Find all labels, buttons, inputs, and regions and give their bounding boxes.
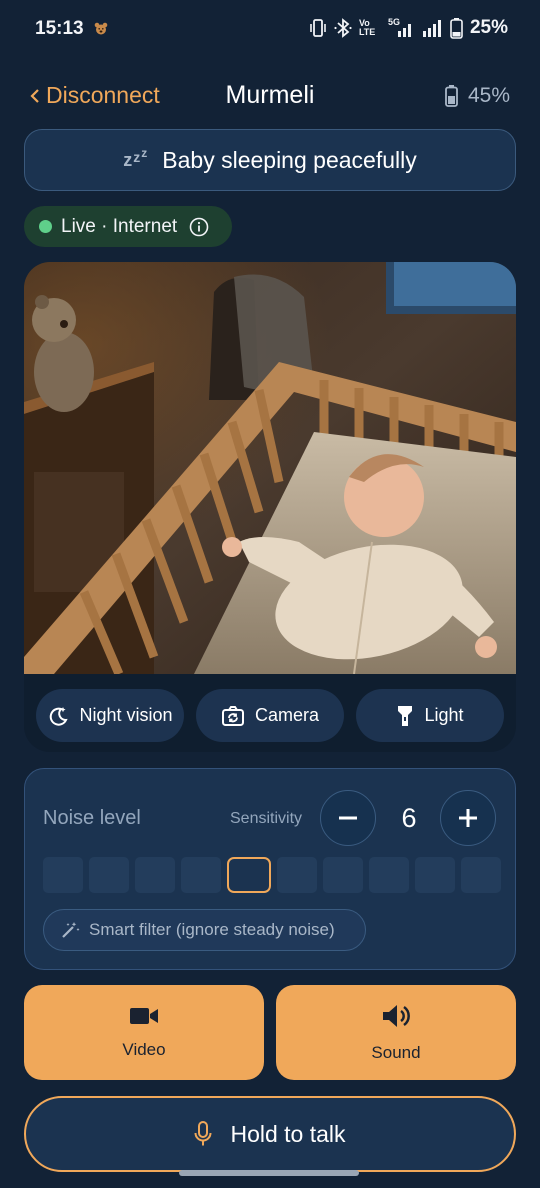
moon-stars-icon bbox=[50, 706, 69, 726]
camera-feed-image[interactable] bbox=[24, 262, 516, 674]
bluetooth-icon bbox=[334, 18, 352, 38]
noise-bar bbox=[415, 857, 455, 893]
sensitivity-label: Sensitivity bbox=[230, 810, 303, 827]
camera-label: Camera bbox=[254, 705, 320, 725]
vibrate-icon bbox=[310, 19, 326, 37]
hold-to-talk-button[interactable]: Hold to talk bbox=[24, 1096, 516, 1172]
smart-filter-label: Smart filter (ignore steady noise) bbox=[89, 920, 335, 939]
magic-wand-icon bbox=[62, 922, 80, 938]
device-battery: 45% bbox=[445, 84, 510, 108]
disconnect-label: Disconnect bbox=[46, 82, 160, 108]
connection-status-text: Live · Internet bbox=[61, 215, 178, 237]
smart-filter-toggle[interactable]: Smart filter (ignore steady noise) bbox=[43, 909, 366, 951]
noise-level-card: Noise level Sensitivity 6 Smart filter (… bbox=[24, 768, 516, 970]
device-battery-icon bbox=[445, 85, 458, 107]
video-button[interactable]: Video bbox=[24, 985, 264, 1080]
noise-bar bbox=[135, 857, 175, 893]
light-button[interactable]: Light bbox=[356, 689, 504, 742]
chevron-left-icon bbox=[30, 88, 39, 103]
video-camera-icon bbox=[130, 1007, 158, 1024]
signal-icon bbox=[422, 20, 441, 37]
status-battery-pct: 25% bbox=[469, 17, 508, 38]
info-icon[interactable] bbox=[189, 217, 209, 237]
device-battery-label: 45% bbox=[467, 84, 510, 107]
sound-button[interactable]: Sound bbox=[276, 985, 516, 1080]
camera-switch-button[interactable]: Camera bbox=[196, 689, 344, 742]
flashlight-icon bbox=[398, 705, 413, 726]
home-indicator[interactable] bbox=[179, 1170, 359, 1176]
night-vision-button[interactable]: Night vision bbox=[36, 689, 184, 742]
camera-card: Night vision Camera Light bbox=[24, 262, 516, 752]
sensitivity-value: 6 bbox=[401, 803, 417, 833]
status-time: 15:13 bbox=[35, 18, 84, 39]
plus-icon bbox=[459, 809, 477, 827]
sensitivity-decrease-button[interactable] bbox=[320, 790, 376, 846]
hold-to-talk-label: Hold to talk bbox=[230, 1120, 346, 1147]
camera-switch-icon bbox=[221, 705, 244, 726]
video-label: Video bbox=[122, 1039, 166, 1059]
bear-notification-icon bbox=[94, 22, 108, 35]
sensitivity-increase-button[interactable] bbox=[440, 790, 496, 846]
zzz-icon: zzz bbox=[123, 145, 149, 170]
status-bar: 15:13 Vo LTE 5G 25% bbox=[0, 0, 540, 60]
microphone-icon bbox=[194, 1121, 212, 1146]
minus-icon bbox=[339, 816, 357, 820]
header: Disconnect Murmeli 45% bbox=[0, 78, 540, 118]
disconnect-button[interactable]: Disconnect bbox=[30, 82, 160, 109]
noise-bar bbox=[227, 857, 271, 893]
sound-label: Sound bbox=[371, 1042, 421, 1062]
noise-bar bbox=[461, 857, 501, 893]
noise-bar bbox=[181, 857, 221, 893]
signal-5g-icon: 5G bbox=[388, 17, 414, 39]
noise-bar bbox=[89, 857, 129, 893]
page-title: Murmeli bbox=[225, 81, 315, 109]
battery-icon bbox=[450, 18, 463, 39]
noise-bar bbox=[43, 857, 83, 893]
light-label: Light bbox=[424, 705, 464, 725]
speaker-icon bbox=[383, 1004, 410, 1027]
night-vision-label: Night vision bbox=[79, 705, 173, 725]
noise-bar bbox=[369, 857, 409, 893]
sleep-status-text: Baby sleeping peacefully bbox=[162, 146, 417, 173]
sleep-status-banner: zzz Baby sleeping peacefully bbox=[24, 129, 516, 191]
volte-icon: Vo LTE bbox=[358, 18, 376, 37]
noise-bar bbox=[323, 857, 363, 893]
connection-status-pill[interactable]: Live · Internet bbox=[24, 206, 232, 247]
noise-bar bbox=[277, 857, 317, 893]
live-indicator-dot bbox=[39, 220, 52, 233]
noise-level-meter bbox=[43, 857, 501, 893]
noise-level-title: Noise level bbox=[43, 807, 141, 829]
